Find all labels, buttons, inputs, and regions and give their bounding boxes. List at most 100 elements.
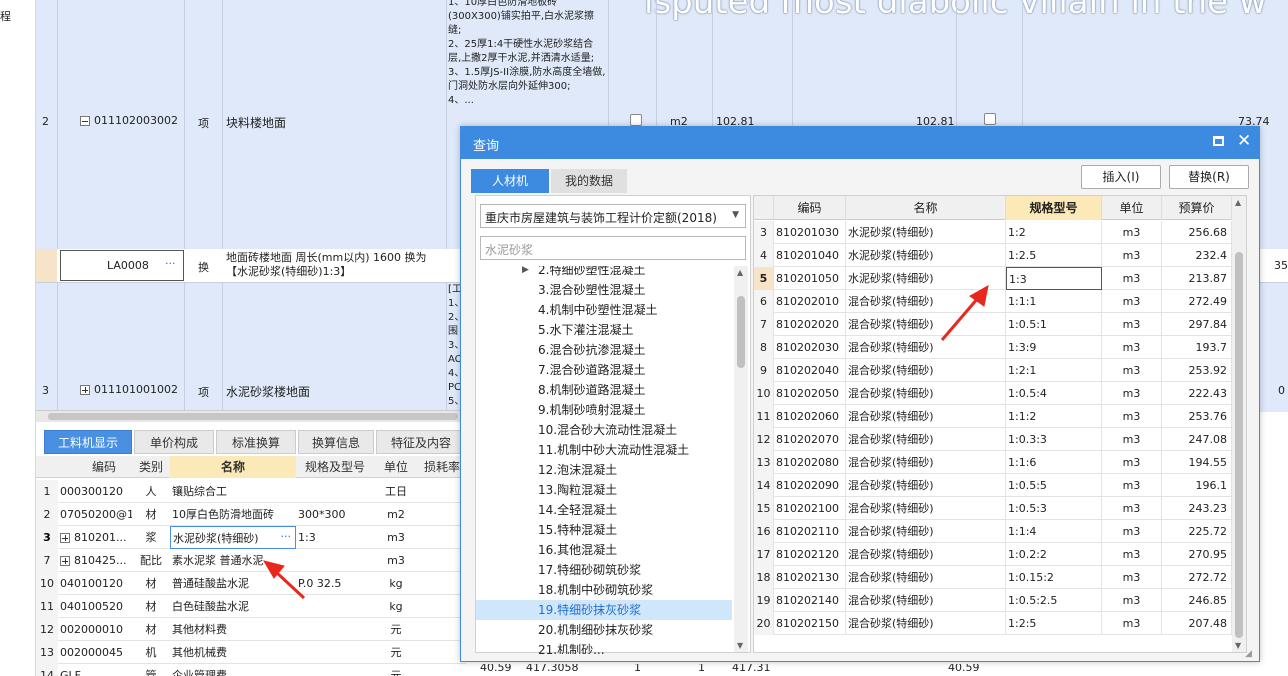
result-row[interactable]: 7 810202020 混合砂浆(特细砂) 1:0.5:1 m3 297.84 [754,313,1232,336]
row-checkbox-2[interactable] [984,113,996,125]
tree-item[interactable]: 20.机制细砂抹灰砂浆 [476,620,732,640]
tree-item[interactable]: 17.特细砂砌筑砂浆 [476,560,732,580]
tree-item[interactable]: 12.泡沫混凝土 [476,460,732,480]
result-row[interactable]: 16 810202110 混合砂浆(特细砂) 1:1:4 m3 225.72 [754,520,1232,543]
bill-item-code[interactable]: 011102003002 [80,114,178,127]
resize-grip-icon[interactable]: ◢ [1245,649,1252,659]
tab-unit-price[interactable]: 单价构成 [134,430,214,454]
la-code-cell[interactable]: LA0008 ··· [60,250,184,281]
tab-resources[interactable]: 人材机 [471,169,549,193]
table-row[interactable]: 1 000300120 人 镶贴综合工 工日 [36,480,466,503]
result-row[interactable]: 12 810202070 混合砂浆(特细砂) 1:0.3:3 m3 247.08 [754,428,1232,451]
bill-item-type: 项 [198,117,209,130]
resource-grid: 编码 类别 名称 规格及型号 单位 损耗率 1 000300120 人 镶贴综合… [36,456,466,676]
bill-item-code[interactable]: 011101001002 [80,383,178,396]
category-tree: ▶ 2.特细砂塑性混凝土 3.混合砂塑性混凝土 4.机制中砂塑性混凝土 5.水下灌注混凝… [476,266,734,654]
tree-item[interactable]: 13.陶粒混凝土 [476,480,732,500]
table-row[interactable]: 12 002000010 材 其他材料费 元 [36,618,466,641]
col-header-category[interactable]: 类别 [132,456,170,478]
result-row[interactable]: 4 810201040 水泥砂浆(特细砂) 1:2.5 m3 232.4 [754,244,1232,267]
result-row[interactable]: 14 810202090 混合砂浆(特细砂) 1:0.5:5 m3 196.1 [754,474,1232,497]
result-row[interactable]: 13 810202080 混合砂浆(特细砂) 1:1:6 m3 194.55 [754,451,1232,474]
col-header-unit[interactable]: 单位 [1102,196,1162,220]
collapse-icon[interactable] [80,116,90,126]
col-header-price[interactable]: 预算价 [1162,196,1232,220]
maximize-icon[interactable] [1213,136,1224,146]
result-row[interactable]: 8 810202030 混合砂浆(特细砂) 1:3:9 m3 193.7 [754,336,1232,359]
more-icon[interactable]: ··· [165,257,176,270]
tree-item[interactable]: 10.混合砂大流动性混凝土 [476,420,732,440]
expand-icon[interactable] [60,556,70,566]
tree-scrollbar[interactable]: ▲ ▼ [734,266,748,652]
tab-labor-material-machine[interactable]: 工料机显示 [44,430,132,454]
tree-item[interactable]: 4.机制中砂塑性混凝土 [476,300,732,320]
tree-item[interactable]: 5.水下灌注混凝土 [476,320,732,340]
table-row[interactable]: 10 040100120 材 普通硅酸盐水泥 P.0 32.5 kg [36,572,466,595]
tree-item[interactable]: 18.机制中砂砌筑砂浆 [476,580,732,600]
tab-conversion-info[interactable]: 换算信息 [298,430,374,454]
row-checkbox[interactable] [630,114,642,126]
col-header-name[interactable]: 名称 [846,196,1006,220]
result-row[interactable]: 15 810202100 混合砂浆(特细砂) 1:0.5:3 m3 243.23 [754,497,1232,520]
result-row[interactable]: 17 810202120 混合砂浆(特细砂) 1:0.2:2 m3 270.95 [754,543,1232,566]
col-header-spec[interactable]: 规格型号 [1006,196,1102,220]
tree-item[interactable]: 3.混合砂塑性混凝土 [476,280,732,300]
search-input[interactable]: 水泥砂浆 [480,236,746,260]
table-row-selected[interactable]: 3 810201... 浆 水泥砂浆(特细砂) ··· 1:3 m3 [36,526,466,549]
expand-icon[interactable] [60,533,70,543]
expand-arrow-icon[interactable]: ▶ [522,266,529,280]
result-row[interactable]: 19 810202140 混合砂浆(特细砂) 1:0.5:2.5 m3 246.85 [754,589,1232,612]
dialog-title-bar[interactable]: 查询 ✕ [461,127,1259,159]
result-row-selected[interactable]: 5 810201050 水泥砂浆(特细砂) 1:3 m3 213.87 [754,267,1232,290]
result-row[interactable]: 9 810202040 混合砂浆(特细砂) 1:2:1 m3 253.92 [754,359,1232,382]
tree-item[interactable]: 7.混合砂道路混凝土 [476,360,732,380]
col-header-loss-rate[interactable]: 损耗率 [418,456,466,478]
tab-my-data[interactable]: 我的数据 [551,169,627,193]
tree-item[interactable]: 19.特细砂抹灰砂浆 [476,600,732,620]
result-row[interactable]: 6 810202010 混合砂浆(特细砂) 1:1:1 m3 272.49 [754,290,1232,313]
bill-item-type: 项 [198,386,209,399]
result-row[interactable]: 3 810201030 水泥砂浆(特细砂) 1:2 m3 256.68 [754,221,1232,244]
col-header-unit[interactable]: 单位 [374,456,418,478]
results-scrollbar[interactable]: ▲ ▼ [1232,196,1246,652]
left-panel-strip: 程 [0,0,36,676]
tree-item[interactable]: ▶ 2.特细砂塑性混凝土 [476,266,732,280]
table-row[interactable]: 14 GLF 管 企业管理费 元 [36,664,466,676]
col-header-spec[interactable]: 规格及型号 [296,456,374,478]
tree-item[interactable]: 11.机制中砂大流动性混凝土 [476,440,732,460]
tree-item[interactable]: 8.机制砂道路混凝土 [476,380,732,400]
tree-item[interactable]: 21.机制砂... [476,640,732,654]
result-row[interactable]: 11 810202060 混合砂浆(特细砂) 1:1:2 m3 253.76 [754,405,1232,428]
horizontal-scrollbar[interactable] [36,410,496,422]
insert-button[interactable]: 插入(I) [1081,165,1161,189]
results-pane: 编码 名称 规格型号 单位 预算价 3 810201030 水泥砂浆(特细砂) 1:2… [753,195,1247,653]
table-row[interactable]: 7 810425... 配比 素水泥浆 普通水泥 m3 [36,549,466,572]
tab-features-content[interactable]: 特征及内容 [376,430,466,454]
tree-item[interactable]: 16.其他混凝土 [476,540,732,560]
quota-library-dropdown[interactable]: 重庆市房屋建筑与装饰工程计价定额(2018) ▼ [480,204,746,228]
query-dialog: 查询 ✕ 人材机 我的数据 插入(I) 替换(R) 重庆市房屋建筑与装饰工程计价… [460,126,1260,662]
result-row[interactable]: 10 810202050 混合砂浆(特细砂) 1:0.5:4 m3 222.43 [754,382,1232,405]
tree-item[interactable]: 15.特种混凝土 [476,520,732,540]
row14-extra-values: 40.59 417.3058 1 1 417.31 40.59 [466,664,1288,676]
col-header-code[interactable]: 编码 [774,196,846,220]
close-icon[interactable]: ✕ [1237,131,1251,151]
bill-item-name[interactable]: 水泥砂浆楼地面 [226,383,310,400]
tab-standard-conversion[interactable]: 标准换算 [216,430,296,454]
bill-item-name[interactable]: 块料楼地面 [226,114,286,131]
result-row[interactable]: 18 810202130 混合砂浆(特细砂) 1:0.15:2 m3 272.72 [754,566,1232,589]
tree-item[interactable]: 6.混合砂抗渗混凝土 [476,340,732,360]
left-panel-label: 程 [0,10,11,23]
expand-icon[interactable] [80,385,90,395]
tree-item[interactable]: 14.全轻混凝土 [476,500,732,520]
name-edit-cell[interactable]: 水泥砂浆(特细砂) ··· [170,526,296,549]
chevron-down-icon: ▼ [732,210,739,220]
tree-item[interactable]: 9.机制砂喷射混凝土 [476,400,732,420]
replace-button[interactable]: 替换(R) [1169,165,1249,189]
table-row[interactable]: 11 040100520 材 白色硅酸盐水泥 kg [36,595,466,618]
table-row[interactable]: 13 002000045 机 其他机械费 元 [36,641,466,664]
more-icon[interactable]: ··· [281,527,292,548]
result-row[interactable]: 20 810202150 混合砂浆(特细砂) 1:2:5 m3 207.48 [754,612,1232,635]
col-header-name[interactable]: 名称 [170,456,296,478]
table-row[interactable]: 2 07050200@1 材 10厚白色防滑地面砖 300*300 m2 [36,503,466,526]
